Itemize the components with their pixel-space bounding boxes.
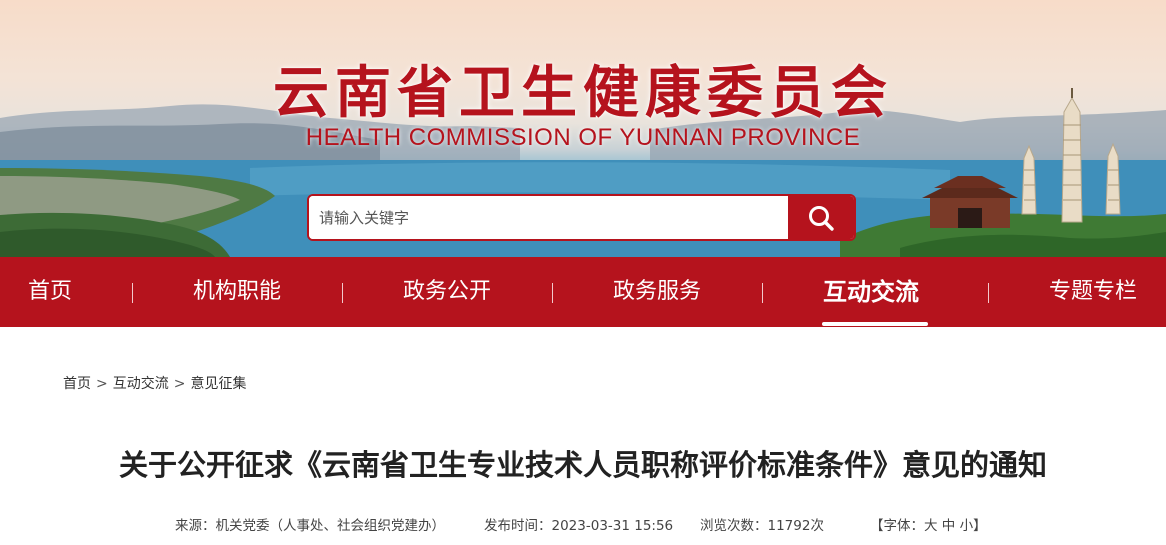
- search-input[interactable]: [309, 196, 788, 239]
- nav-item-organization[interactable]: 机构职能: [193, 257, 281, 327]
- breadcrumb: 首页 > 互动交流 > 意见征集: [63, 373, 246, 393]
- search-button[interactable]: [788, 196, 854, 239]
- article-view-count: 浏览次数：11792次: [700, 518, 824, 534]
- font-size-medium-button[interactable]: 中: [942, 518, 956, 534]
- nav-active-indicator: [822, 322, 928, 326]
- nav-item-special-topics[interactable]: 专题专栏: [1049, 257, 1137, 327]
- font-size-suffix: 】: [973, 518, 987, 534]
- nav-item-services[interactable]: 政务服务: [613, 257, 701, 327]
- nav-divider: [552, 283, 553, 303]
- breadcrumb-home[interactable]: 首页: [63, 373, 91, 393]
- font-size-control: 【字体：大 中 小】: [870, 514, 987, 534]
- font-size-small-button[interactable]: 小: [960, 518, 974, 534]
- breadcrumb-separator: >: [173, 376, 186, 392]
- nav-divider: [342, 283, 343, 303]
- search-bar: [307, 194, 856, 241]
- article-publish-time: 发布时间：2023-03-31 15:56: [484, 518, 674, 534]
- nav-divider: [988, 283, 989, 303]
- header-banner: 云南省卫生健康委员会 HEALTH COMMISSION OF YUNNAN P…: [0, 0, 1166, 257]
- main-nav: 首页 机构职能 政务公开 政务服务 互动交流 专题专栏: [0, 257, 1166, 327]
- nav-item-home[interactable]: 首页: [28, 257, 72, 327]
- article-title: 关于公开征求《云南省卫生专业技术人员职称评价标准条件》意见的通知: [118, 448, 1047, 482]
- nav-item-government-affairs[interactable]: 政务公开: [403, 257, 491, 327]
- nav-divider: [762, 283, 763, 303]
- nav-item-interaction[interactable]: 互动交流: [823, 257, 919, 327]
- site-subtitle: HEALTH COMMISSION OF YUNNAN PROVINCE: [305, 124, 861, 151]
- site-title: 云南省卫生健康委员会: [273, 60, 893, 126]
- search-icon: [809, 205, 834, 231]
- nav-divider: [132, 283, 133, 303]
- font-size-prefix: 【字体：: [870, 518, 924, 534]
- font-size-large-button[interactable]: 大: [924, 518, 938, 534]
- breadcrumb-interaction[interactable]: 互动交流: [113, 373, 169, 393]
- breadcrumb-separator: >: [96, 376, 108, 392]
- breadcrumb-opinion-collection[interactable]: 意见征集: [190, 373, 246, 393]
- article-source: 来源：机关党委（人事处、社会组织党建办）: [175, 518, 445, 534]
